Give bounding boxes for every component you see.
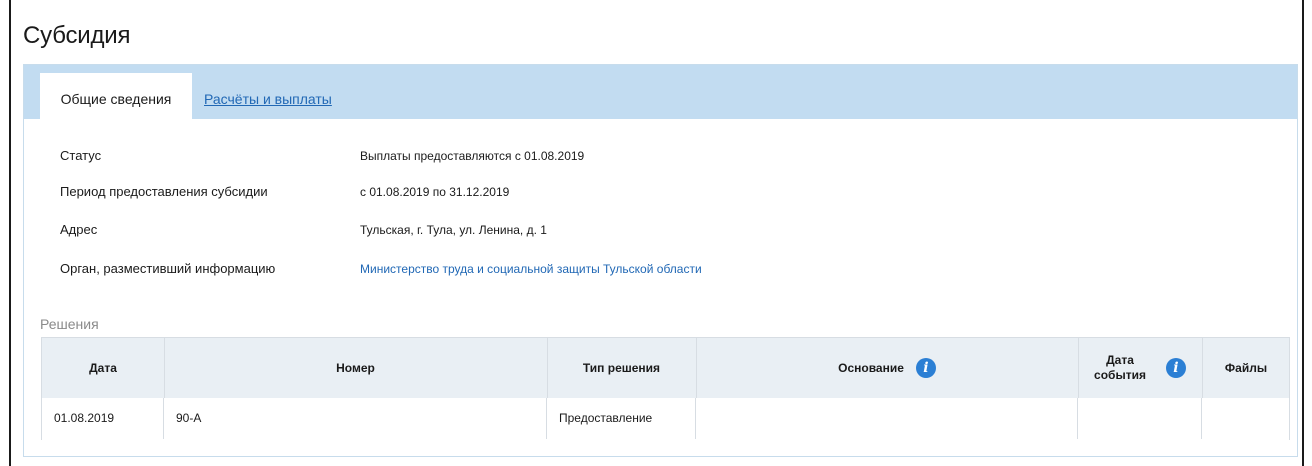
- window-border-left: [9, 0, 11, 466]
- cell-files: [1202, 398, 1290, 439]
- column-header-decision-type[interactable]: Тип решения: [547, 338, 696, 398]
- cell-decision-type: Предоставление: [547, 398, 696, 439]
- column-header-date[interactable]: Дата: [42, 338, 164, 398]
- decisions-section-title: Решения: [40, 316, 99, 332]
- cell-number: 90-А: [164, 398, 547, 439]
- column-header-basis: Основание i: [696, 338, 1078, 398]
- info-value-period: с 01.08.2019 по 31.12.2019: [360, 185, 510, 199]
- cell-event-date: [1078, 398, 1202, 439]
- event-date-info-icon[interactable]: i: [1165, 358, 1186, 378]
- table-row[interactable]: 01.08.2019 90-А Предоставление: [42, 398, 1289, 440]
- cell-date: 01.08.2019: [42, 398, 164, 439]
- subsidy-panel: Общие сведения Расчёты и выплаты Статус …: [23, 64, 1298, 457]
- table-header: Дата Номер Тип решения Основание i Дата …: [42, 338, 1289, 398]
- info-label-status: Статус: [60, 148, 102, 163]
- info-label-period: Период предоставления субсидии: [60, 184, 268, 199]
- column-header-event-date-line2[interactable]: события: [1094, 368, 1146, 383]
- tab-calculations-payments[interactable]: Расчёты и выплаты: [204, 73, 332, 119]
- column-header-basis-label[interactable]: Основание: [838, 361, 904, 376]
- page-title: Субсидия: [23, 22, 131, 49]
- decisions-table: Дата Номер Тип решения Основание i Дата …: [41, 337, 1290, 440]
- tab-general-info[interactable]: Общие сведения: [40, 73, 192, 119]
- basis-info-icon[interactable]: i: [915, 358, 936, 378]
- cell-basis: [696, 398, 1078, 439]
- tab-bar: Общие сведения Расчёты и выплаты: [24, 65, 1297, 119]
- window-border-right: [1302, 0, 1304, 466]
- column-header-files[interactable]: Файлы: [1202, 338, 1290, 398]
- column-header-number[interactable]: Номер: [164, 338, 547, 398]
- info-label-address: Адрес: [60, 222, 98, 237]
- organization-link[interactable]: Министерство труда и социальной защиты Т…: [360, 262, 702, 276]
- info-label-organization: Орган, разместивший информацию: [60, 261, 276, 276]
- column-header-event-date-line1[interactable]: Дата: [1106, 353, 1134, 368]
- info-value-address: Тульская, г. Тула, ул. Ленина, д. 1: [360, 223, 547, 237]
- info-value-status: Выплаты предоставляются с 01.08.2019: [360, 149, 585, 163]
- column-header-event-date: Дата события i: [1078, 338, 1202, 398]
